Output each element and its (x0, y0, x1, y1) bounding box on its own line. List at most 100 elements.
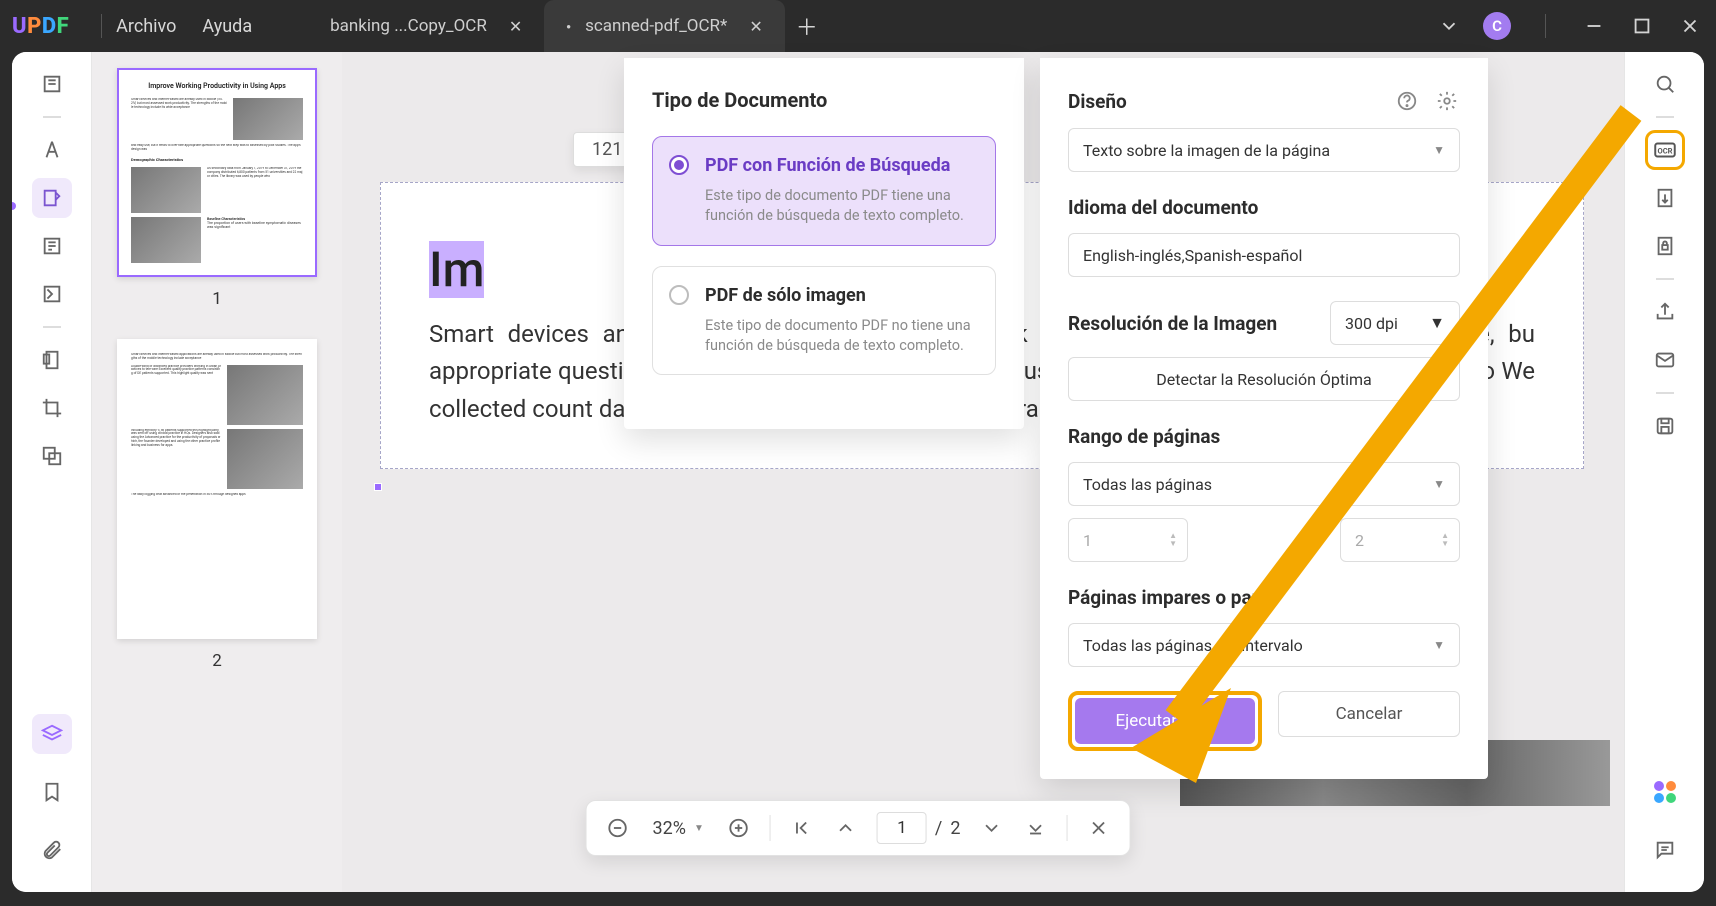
thumbnail-page-2[interactable]: Smart devices and internet-based applica… (117, 339, 317, 639)
range-from-input[interactable]: 1 ▲▼ (1068, 518, 1188, 562)
odd-even-value: Todas las páginas del intervalo (1083, 636, 1303, 655)
option-title: PDF de sólo imagen (705, 285, 975, 306)
option-searchable-pdf[interactable]: PDF con Función de Búsqueda Este tipo de… (652, 136, 996, 246)
layout-label: Diseño (1068, 90, 1127, 113)
thumb-label-2: 2 (112, 651, 322, 671)
dirty-indicator: ● (566, 22, 571, 31)
prev-page-icon[interactable] (833, 815, 859, 841)
next-page-icon[interactable] (978, 815, 1004, 841)
tab-1[interactable]: banking ...Copy_OCR ✕ (308, 0, 544, 52)
language-value: English-inglés,Spanish-español (1083, 246, 1302, 265)
ocr-icon[interactable]: OCR (1645, 130, 1685, 170)
divider (1656, 278, 1674, 280)
email-icon[interactable] (1645, 340, 1685, 380)
attachment-icon[interactable] (32, 830, 72, 870)
chevron-down-icon: ▼ (1429, 313, 1445, 333)
share-icon[interactable] (1645, 292, 1685, 332)
document-type-popup: Tipo de Documento PDF con Función de Bús… (624, 58, 1024, 429)
tabs: banking ...Copy_OCR ✕ ● scanned-pdf_OCR*… (308, 0, 829, 52)
tab-1-label: banking ...Copy_OCR (330, 16, 487, 36)
stepper-arrows[interactable]: ▲▼ (1441, 532, 1449, 548)
tab-2-label: scanned-pdf_OCR* (585, 16, 727, 36)
minimize-icon[interactable] (1580, 12, 1608, 40)
divider (1656, 392, 1674, 394)
search-icon[interactable] (1645, 64, 1685, 104)
ai-icon[interactable] (1645, 772, 1685, 812)
divider (1066, 815, 1067, 841)
close-window-icon[interactable] (1676, 12, 1704, 40)
save-icon[interactable] (1645, 406, 1685, 446)
zoom-in-icon[interactable] (726, 815, 752, 841)
page-tools-icon[interactable] (32, 340, 72, 380)
selection-handle[interactable] (374, 483, 382, 491)
layers-icon[interactable] (32, 714, 72, 754)
menu-file[interactable]: Archivo (116, 16, 176, 37)
chevron-down-icon: ▼ (1433, 477, 1445, 491)
close-icon[interactable]: ✕ (749, 17, 762, 36)
compare-icon[interactable] (32, 436, 72, 476)
resolution-value: 300 dpi (1345, 314, 1398, 333)
cancel-button[interactable]: Cancelar (1278, 691, 1460, 737)
close-toolbar-icon[interactable] (1085, 815, 1111, 841)
divider (43, 326, 61, 328)
edit-icon[interactable] (32, 178, 72, 218)
chat-icon[interactable] (1645, 830, 1685, 870)
option-desc: Este tipo de documento PDF tiene una fun… (705, 186, 975, 227)
layout-select[interactable]: Texto sobre la imagen de la página ▼ (1068, 128, 1460, 172)
reader-icon[interactable] (32, 64, 72, 104)
thumb-title: Improve Working Productivity in Using Ap… (131, 82, 303, 90)
comment-icon[interactable] (32, 130, 72, 170)
page-sep: / (935, 818, 942, 839)
app-logo: UPDF (12, 14, 69, 39)
divider (43, 116, 61, 118)
execute-ocr-button[interactable]: Ejecutar OCR (1075, 698, 1255, 744)
resolution-select[interactable]: 300 dpi ▼ (1330, 301, 1460, 345)
page-number-input[interactable] (877, 812, 927, 844)
range-from-value: 1 (1083, 531, 1092, 550)
avatar[interactable]: C (1483, 12, 1511, 40)
radio-icon (669, 285, 689, 305)
range-to-value: 2 (1355, 531, 1364, 550)
convert-icon[interactable] (1645, 178, 1685, 218)
form-icon[interactable] (32, 274, 72, 314)
page-total: 2 (950, 818, 960, 839)
last-page-icon[interactable] (1022, 815, 1048, 841)
option-desc: Este tipo de documento PDF no tiene una … (705, 316, 975, 357)
organize-icon[interactable] (32, 226, 72, 266)
odd-even-label: Páginas impares o pares (1068, 586, 1460, 609)
protect-icon[interactable] (1645, 226, 1685, 266)
crop-icon[interactable] (32, 388, 72, 428)
zoom-level[interactable]: 32%▼ (653, 818, 704, 839)
page-range-select[interactable]: Todas las páginas ▼ (1068, 462, 1460, 506)
zoom-out-icon[interactable] (605, 815, 631, 841)
detect-resolution-button[interactable]: Detectar la Resolución Óptima (1068, 357, 1460, 401)
svg-text:OCR: OCR (1657, 146, 1672, 155)
close-icon[interactable]: ✕ (509, 17, 522, 36)
thumbnail-page-1[interactable]: Improve Working Productivity in Using Ap… (117, 68, 317, 277)
page-range-value: Todas las páginas (1083, 475, 1212, 494)
stepper-arrows[interactable]: ▲▼ (1169, 532, 1177, 548)
help-icon[interactable] (1394, 88, 1420, 114)
menu-help[interactable]: Ayuda (202, 16, 252, 37)
chevron-down-icon: ▼ (1433, 638, 1445, 652)
range-to-input[interactable]: 2 ▲▼ (1340, 518, 1460, 562)
language-input[interactable]: English-inglés,Spanish-español (1068, 233, 1460, 277)
language-label: Idioma del documento (1068, 196, 1460, 219)
gear-icon[interactable] (1434, 88, 1460, 114)
thumbnail-panel: Improve Working Productivity in Using Ap… (92, 52, 342, 892)
page-toolbar: 32%▼ / 2 (586, 800, 1131, 856)
chevron-down-icon[interactable] (1435, 12, 1463, 40)
divider (1656, 116, 1674, 118)
tab-2[interactable]: ● scanned-pdf_OCR* ✕ (544, 0, 785, 52)
option-image-only-pdf[interactable]: PDF de sólo imagen Este tipo de document… (652, 266, 996, 376)
maximize-icon[interactable] (1628, 12, 1656, 40)
radio-icon (669, 155, 689, 175)
separator (1545, 14, 1546, 38)
right-rail: OCR (1624, 52, 1704, 892)
first-page-icon[interactable] (789, 815, 815, 841)
execute-highlight: Ejecutar OCR (1068, 691, 1262, 751)
odd-even-select[interactable]: Todas las páginas del intervalo ▼ (1068, 623, 1460, 667)
left-rail (12, 52, 92, 892)
bookmark-icon[interactable] (32, 772, 72, 812)
new-tab-button[interactable]: ＋ (785, 0, 829, 52)
